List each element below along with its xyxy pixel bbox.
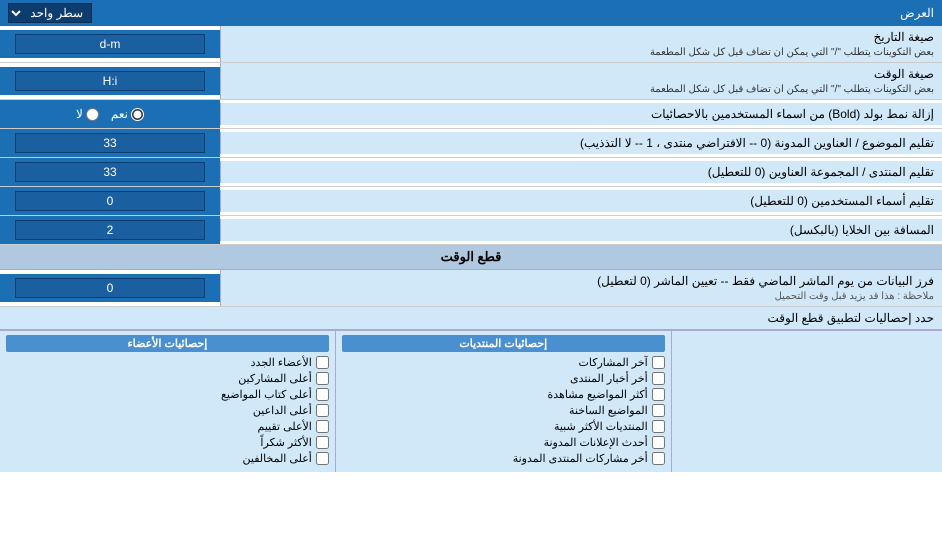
bold-remove-label: إزالة نمط بولد (Bold) من اسماء المستخدمي… <box>220 103 942 125</box>
stat-item-top-violators: أعلى المخالفين <box>6 452 329 465</box>
trim-subject-label: تقليم الموضوع / العناوين المدونة (0 -- ا… <box>220 132 942 154</box>
cell-spacing-input[interactable]: 2 <box>15 220 206 240</box>
cell-spacing-input-cell: 2 <box>0 216 220 244</box>
stat-checkbox-most-thanks[interactable] <box>316 436 329 449</box>
cell-spacing-row: المسافة بين الخلايا (بالبكسل) 2 <box>0 216 942 245</box>
stat-item-hot-topics: المواضيع الساخنة <box>342 404 665 417</box>
time-format-row: صيغة الوقت بعض التكوينات يتطلب "/" التي … <box>0 63 942 100</box>
stat-checkbox-latest-announcements[interactable] <box>652 436 665 449</box>
trim-subject-input-cell: 33 <box>0 129 220 157</box>
stat-checkbox-most-viewed[interactable] <box>652 388 665 401</box>
header-row: العرض سطر واحدسطرينثلاثة أسطر <box>0 0 942 26</box>
bold-remove-options: نعم لا <box>0 100 220 128</box>
trim-usernames-row: تقليم أسماء المستخدمين (0 للتعطيل) 0 <box>0 187 942 216</box>
limit-row: حدد إحصاليات لتطبيق قطع الوقت <box>0 307 942 330</box>
display-mode-select[interactable]: سطر واحدسطرينثلاثة أسطر <box>8 3 92 23</box>
forum-stats-title: إحصائيات المنتديات <box>342 335 665 352</box>
stat-checkbox-last-forum-posts[interactable] <box>652 452 665 465</box>
date-format-row: صيغة التاريخ بعض التكوينات يتطلب "/" الت… <box>0 26 942 63</box>
bold-no-label[interactable]: لا <box>76 107 99 121</box>
time-format-label: صيغة الوقت بعض التكوينات يتطلب "/" التي … <box>220 63 942 99</box>
stat-checkbox-new-members[interactable] <box>316 356 329 369</box>
trim-forum-row: تقليم المنتدى / المجموعة العناوين (0 للت… <box>0 158 942 187</box>
bold-yes-label[interactable]: نعم <box>111 107 144 121</box>
cutoff-input-cell: 0 <box>0 274 220 302</box>
members-stats-title: إحصائيات الأعضاء <box>6 335 329 352</box>
trim-forum-input[interactable]: 33 <box>15 162 206 182</box>
forum-stats-col: إحصائيات المنتديات آخر المشاركات أخر أخب… <box>335 331 671 472</box>
page-title: العرض <box>900 6 934 20</box>
time-format-input[interactable]: H:i <box>15 71 206 91</box>
cell-spacing-label: المسافة بين الخلايا (بالبكسل) <box>220 219 942 241</box>
bold-no-radio[interactable] <box>86 108 99 121</box>
trim-subject-row: تقليم الموضوع / العناوين المدونة (0 -- ا… <box>0 129 942 158</box>
stat-checkbox-top-callers[interactable] <box>316 404 329 417</box>
time-format-input-cell: H:i <box>0 67 220 95</box>
stats-columns: إحصائيات المنتديات آخر المشاركات أخر أخب… <box>0 331 942 472</box>
bold-remove-row: إزالة نمط بولد (Bold) من اسماء المستخدمي… <box>0 100 942 129</box>
stat-checkbox-top-posters[interactable] <box>316 372 329 385</box>
cutoff-row: فرز البيانات من يوم الماشر الماضي فقط --… <box>0 270 942 307</box>
cutoff-section-header: قطع الوقت <box>0 245 942 270</box>
stat-checkbox-similar-forums[interactable] <box>652 420 665 433</box>
stat-item-new-members: الأعضاء الجدد <box>6 356 329 369</box>
stats-section: إحصائيات المنتديات آخر المشاركات أخر أخب… <box>0 330 942 472</box>
stat-item-top-callers: أعلى الداعين <box>6 404 329 417</box>
trim-subject-input[interactable]: 33 <box>15 133 206 153</box>
date-format-input[interactable]: d-m <box>15 34 206 54</box>
display-settings-panel: العرض سطر واحدسطرينثلاثة أسطر صيغة التار… <box>0 0 942 472</box>
date-format-label: صيغة التاريخ بعض التكوينات يتطلب "/" الت… <box>220 26 942 62</box>
limit-label: حدد إحصاليات لتطبيق قطع الوقت <box>8 311 934 325</box>
bold-yes-radio[interactable] <box>131 108 144 121</box>
cutoff-label: فرز البيانات من يوم الماشر الماضي فقط --… <box>220 270 942 306</box>
trim-forum-input-cell: 33 <box>0 158 220 186</box>
stat-item-last-forum-posts: أخر مشاركات المنتدى المدونة <box>342 452 665 465</box>
cutoff-input[interactable]: 0 <box>15 278 206 298</box>
limit-col <box>671 331 942 472</box>
stat-item-top-posters: أعلى المشاركين <box>6 372 329 385</box>
stat-item-top-rated: الأعلى تقييم <box>6 420 329 433</box>
stat-checkbox-top-topic-writers[interactable] <box>316 388 329 401</box>
stat-item-most-viewed: أكثر المواضيع مشاهدة <box>342 388 665 401</box>
trim-usernames-label: تقليم أسماء المستخدمين (0 للتعطيل) <box>220 190 942 212</box>
stat-checkbox-top-rated[interactable] <box>316 420 329 433</box>
stat-item-forum-news: أخر أخبار المنتدى <box>342 372 665 385</box>
stat-item-similar-forums: المنتديات الأكثر شبية <box>342 420 665 433</box>
trim-usernames-input[interactable]: 0 <box>15 191 206 211</box>
stat-checkbox-forum-news[interactable] <box>652 372 665 385</box>
stat-checkbox-last-posts[interactable] <box>652 356 665 369</box>
trim-usernames-input-cell: 0 <box>0 187 220 215</box>
stat-checkbox-hot-topics[interactable] <box>652 404 665 417</box>
stat-checkbox-top-violators[interactable] <box>316 452 329 465</box>
stat-item-latest-announcements: أحدث الإعلانات المدونة <box>342 436 665 449</box>
trim-forum-label: تقليم المنتدى / المجموعة العناوين (0 للت… <box>220 161 942 183</box>
stat-item-most-thanks: الأكثر شكراً <box>6 436 329 449</box>
stat-item-last-posts: آخر المشاركات <box>342 356 665 369</box>
date-format-input-cell: d-m <box>0 30 220 58</box>
stat-item-top-topic-writers: أعلى كتاب المواضيع <box>6 388 329 401</box>
members-stats-col: إحصائيات الأعضاء الأعضاء الجدد أعلى المش… <box>0 331 335 472</box>
